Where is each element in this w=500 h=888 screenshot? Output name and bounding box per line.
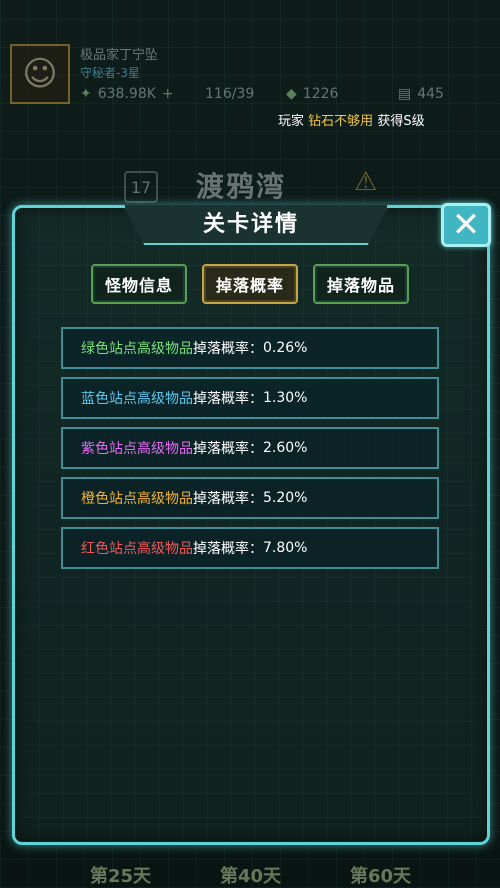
- drop-rate-label: 掉落概率：: [193, 541, 263, 557]
- day-markers: 第25天 第40天 第60天: [0, 858, 500, 888]
- energy-value: 116/39: [205, 86, 255, 102]
- gold-value: 638.98K: [97, 86, 156, 102]
- drop-rate-value: 0.26%: [263, 340, 308, 356]
- drop-rate-label: 掉落概率：: [193, 441, 263, 457]
- gold-icon: ✦: [80, 86, 92, 102]
- close-button[interactable]: ✕: [441, 203, 491, 247]
- stage-number: 17: [124, 171, 158, 203]
- notice-prefix: 玩家: [278, 114, 305, 129]
- stage-header: 17 渡鸦湾 ⚠: [0, 165, 500, 205]
- tab-label: 掉落物品: [326, 276, 395, 295]
- drop-rate-label: 掉落概率：: [193, 391, 263, 407]
- tab-drop-rate[interactable]: 掉落概率: [202, 264, 298, 304]
- add-gold-icon[interactable]: +: [162, 86, 174, 102]
- tab-label: 怪物信息: [104, 276, 173, 295]
- notice-suffix: 获得S级: [377, 114, 425, 129]
- drop-rate-row: 绿色站点高级物品 掉落概率： 0.26%: [61, 327, 439, 369]
- drop-rate-row: 蓝色站点高级物品 掉落概率： 1.30%: [61, 377, 439, 419]
- tab-drop-items[interactable]: 掉落物品: [313, 264, 409, 304]
- tab-label: 掉落概率: [215, 276, 284, 295]
- drop-rate-label: 掉落概率：: [193, 341, 263, 357]
- drop-rate-value: 2.60%: [263, 440, 308, 456]
- day-marker: 第40天: [220, 866, 282, 887]
- diamond-value: 1226: [302, 86, 339, 102]
- close-icon: ✕: [451, 205, 481, 245]
- broadcast-notice: 玩家 钻石不够用 获得S级: [278, 110, 425, 129]
- drop-rate-value: 7.80%: [263, 540, 308, 556]
- diamond-icon: ◆: [286, 86, 297, 102]
- item-tier-name: 红色站点高级物品: [81, 541, 193, 557]
- energy-stat: 116/39: [205, 86, 254, 102]
- drop-rate-row: 红色站点高级物品 掉落概率： 7.80%: [61, 527, 439, 569]
- player-name: 极品家丁宁坠: [80, 48, 159, 63]
- drop-rate-row: 橙色站点高级物品 掉落概率： 5.20%: [61, 477, 439, 519]
- day-marker: 第60天: [350, 866, 412, 887]
- diamond-stat: ◆ 1226: [286, 86, 338, 102]
- warning-icon: ⚠: [354, 167, 378, 197]
- item-tier-name: 橙色站点高级物品: [81, 491, 193, 507]
- avatar[interactable]: ☺: [10, 44, 70, 104]
- tab-monster-info[interactable]: 怪物信息: [91, 264, 187, 304]
- drop-rate-value: 1.30%: [263, 390, 308, 406]
- cash-icon: ▤: [398, 86, 412, 102]
- player-status-bar: ☺ 极品家丁宁坠 守秘者-3星 ✦ 638.98K + 116/39 ◆ 122…: [0, 38, 500, 113]
- drop-rate-value: 5.20%: [263, 490, 308, 506]
- item-tier-name: 绿色站点高级物品: [81, 341, 193, 357]
- cash-stat: ▤ 445: [398, 86, 444, 102]
- notice-highlight: 钻石不够用: [308, 114, 374, 129]
- drop-rate-list: 绿色站点高级物品 掉落概率： 0.26% 蓝色站点高级物品 掉落概率： 1.30…: [61, 327, 439, 577]
- stage-title: 渡鸦湾: [196, 170, 287, 203]
- gold-stat: ✦ 638.98K +: [80, 86, 174, 102]
- item-tier-name: 蓝色站点高级物品: [81, 391, 193, 407]
- day-marker: 第25天: [90, 866, 152, 887]
- cash-value: 445: [417, 86, 444, 102]
- drop-rate-label: 掉落概率：: [193, 491, 263, 507]
- item-tier-name: 紫色站点高级物品: [81, 441, 193, 457]
- player-rank: 守秘者-3星: [80, 66, 140, 80]
- drop-rate-row: 紫色站点高级物品 掉落概率： 2.60%: [61, 427, 439, 469]
- modal-title: 关卡详情: [202, 212, 299, 237]
